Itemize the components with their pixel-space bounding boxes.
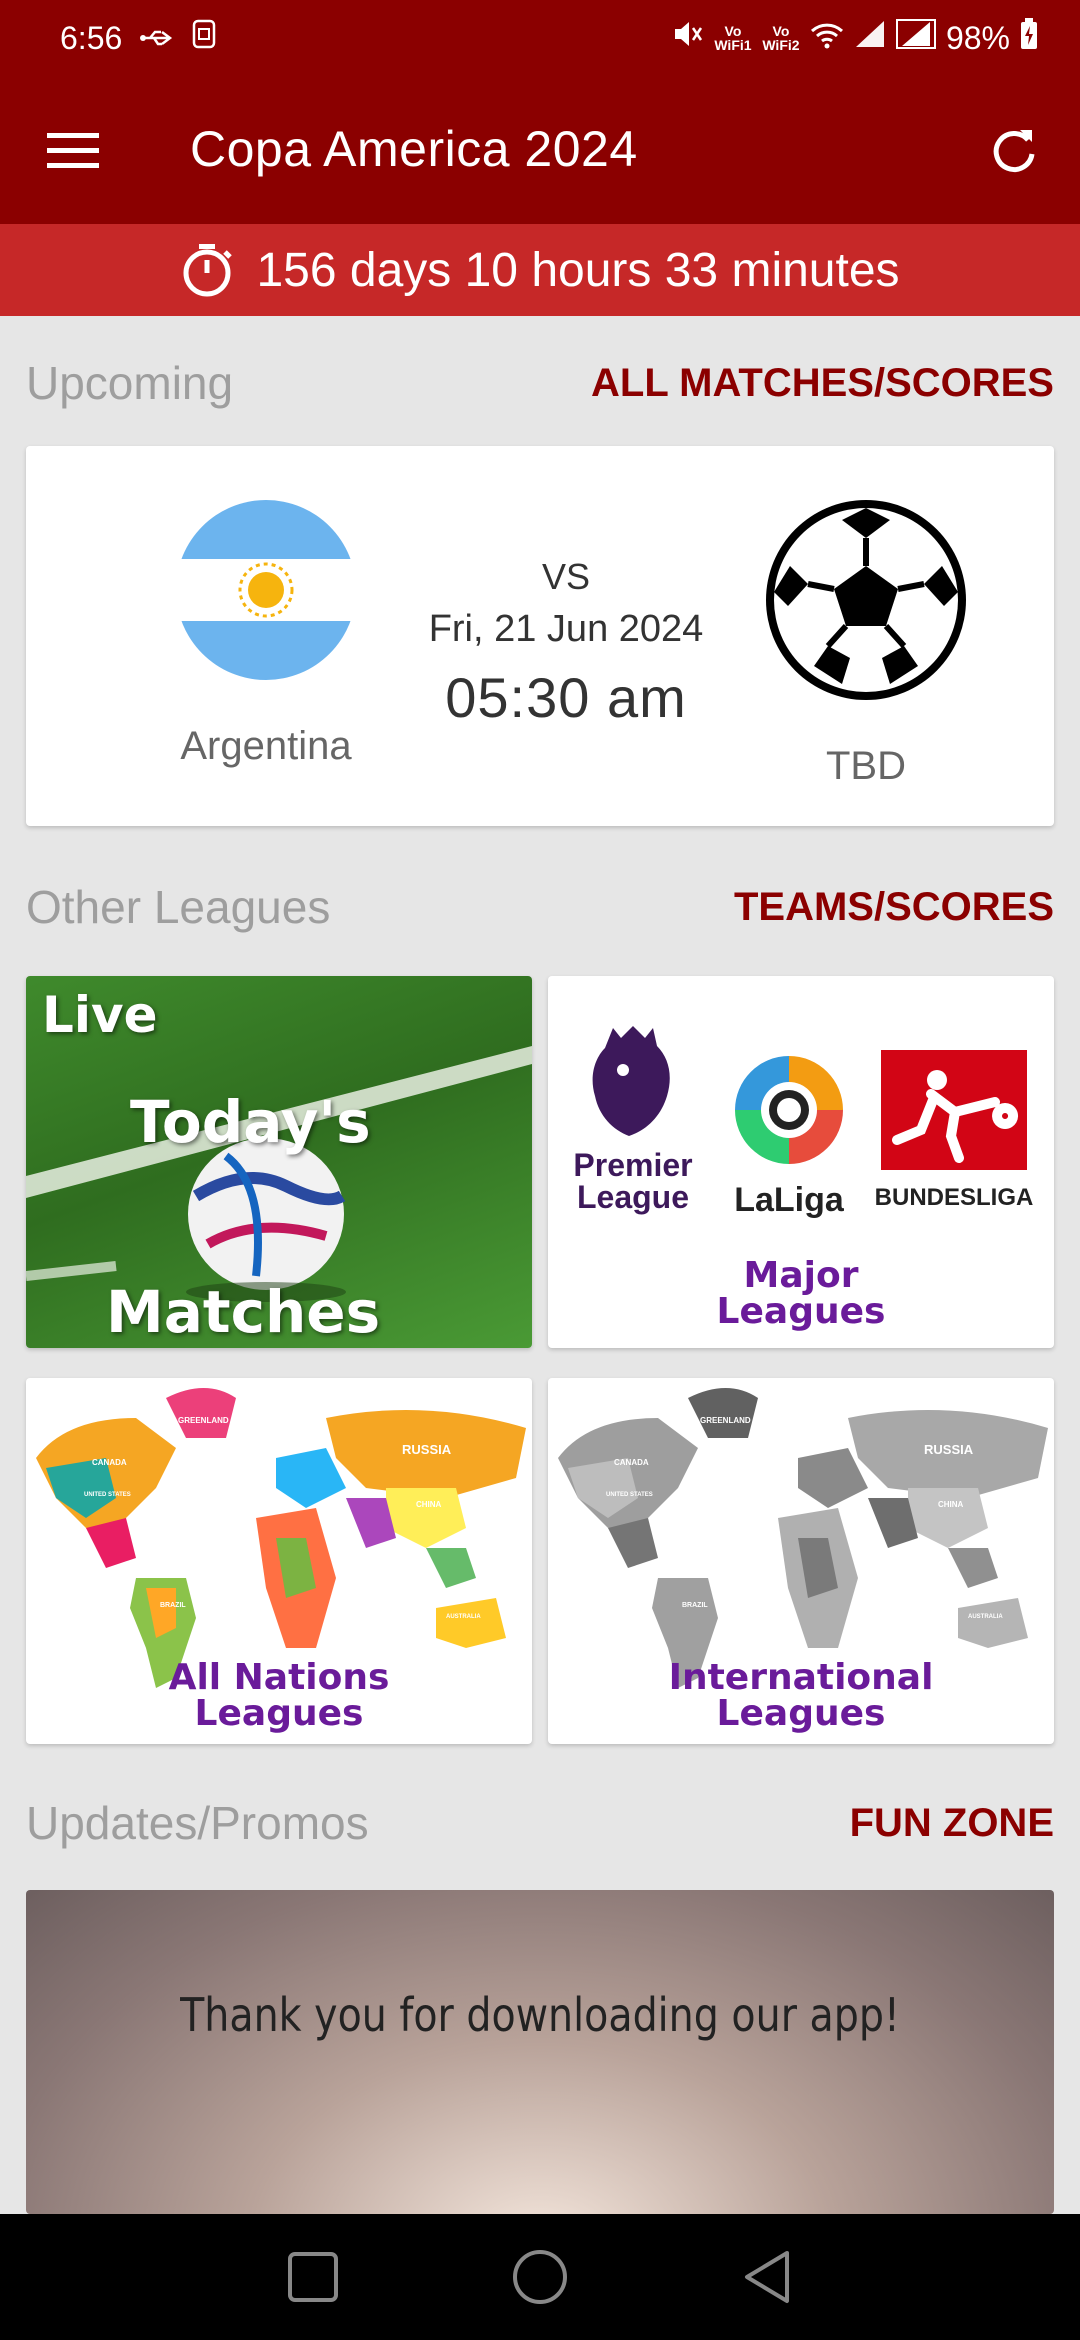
map-label-brazil: BRAZIL [160, 1602, 186, 1609]
square-recents-icon [288, 2252, 339, 2302]
teams-scores-link[interactable]: TEAMS/SCORES [734, 885, 1054, 930]
live-matches-tile[interactable]: Live Today's Matches [26, 976, 532, 1348]
lion-crest-icon [592, 1026, 670, 1136]
countdown-text: 156 days 10 hours 33 minutes [256, 243, 900, 297]
all-nations-caption-1: All Nations [168, 1657, 390, 1698]
map-label-usa: UNITED STATES [84, 1492, 131, 1498]
map-label-china: CHINA [938, 1500, 964, 1509]
laliga-logo: LaLiga [724, 1050, 854, 1220]
todays-label: Today's [130, 1088, 371, 1156]
stopwatch-icon [183, 244, 233, 297]
map-label-brazil: BRAZIL [682, 1602, 708, 1609]
major-leagues-caption-2: Leagues [716, 1291, 886, 1332]
countdown-banner: 156 days 10 hours 33 minutes [0, 224, 1080, 316]
map-label-russia: RUSSIA [402, 1442, 452, 1457]
international-leagues-tile[interactable]: GREENLAND RUSSIA CANADA UNITED STATES CH… [548, 1378, 1054, 1744]
updates-header: Updates/Promos FUN ZONE [26, 1796, 1054, 1850]
map-label-canada: CANADA [614, 1458, 649, 1467]
fun-zone-link[interactable]: FUN ZONE [850, 1801, 1054, 1846]
bundesliga-logo: BUNDESLIGA [864, 1050, 1044, 1212]
upcoming-header: Upcoming ALL MATCHES/SCORES [26, 356, 1054, 410]
app-title: Copa America 2024 [190, 121, 638, 177]
match-date: Fri, 21 Jun 2024 [428, 608, 704, 650]
map-label-russia: RUSSIA [924, 1442, 974, 1457]
menu-button[interactable] [44, 122, 102, 180]
map-label-greenland: GREENLAND [178, 1416, 229, 1425]
sim-icon [192, 19, 216, 57]
vowifi1-label: Vo WiFi1 [714, 23, 752, 53]
hamburger-menu-icon [47, 133, 99, 168]
soccer-ball-icon [766, 500, 966, 700]
back-button[interactable] [727, 2237, 807, 2317]
other-leagues-title: Other Leagues [26, 881, 331, 933]
premier-league-logo: Premier League [568, 1020, 698, 1213]
international-caption-1: International [668, 1657, 934, 1698]
matches-label: Matches [106, 1278, 381, 1346]
map-label-china: CHINA [416, 1500, 442, 1509]
status-time: 6:56 [60, 19, 123, 56]
all-nations-leagues-tile[interactable]: GREENLAND RUSSIA CANADA UNITED STATES CH… [26, 1378, 532, 1744]
bundesliga-label: BUNDESLIGA [874, 1184, 1034, 1211]
live-label: Live [42, 986, 158, 1044]
match-info: VS Fri, 21 Jun 2024 05:30 am [366, 556, 766, 730]
system-nav-bar [0, 2214, 1080, 2340]
match-time: 05:30 am [445, 666, 687, 729]
map-label-australia: AUSTRALIA [968, 1614, 1003, 1620]
map-label-canada: CANADA [92, 1458, 127, 1467]
updates-title: Updates/Promos [26, 1797, 369, 1849]
wifi-icon [810, 20, 844, 57]
home-button[interactable] [500, 2237, 580, 2317]
battery-icon [1020, 18, 1038, 58]
away-team: TBD [736, 496, 996, 789]
status-bar: 6:56 Vo WiFi1 Vo WiFi2 98% [0, 0, 1080, 76]
circle-home-icon [512, 2250, 567, 2304]
laliga-label: LaLiga [734, 1181, 844, 1219]
triangle-back-icon [744, 2251, 789, 2303]
argentina-flag-icon [176, 500, 356, 680]
premier-line1: Premier [573, 1147, 693, 1183]
recents-button[interactable] [273, 2237, 353, 2317]
major-leagues-caption-1: Major [743, 1255, 859, 1296]
vowifi2-label: Vo WiFi2 [762, 23, 800, 53]
app-bar: Copa America 2024 [0, 76, 1080, 224]
all-matches-link[interactable]: ALL MATCHES/SCORES [591, 361, 1054, 406]
home-team-name: Argentina [180, 724, 352, 768]
upcoming-title: Upcoming [26, 357, 234, 409]
premier-line2: League [576, 1179, 690, 1215]
map-label-greenland: GREENLAND [700, 1416, 751, 1425]
mute-icon [672, 19, 704, 57]
refresh-button[interactable] [984, 120, 1044, 180]
battery-percent: 98% [945, 19, 1010, 56]
refresh-icon [993, 130, 1035, 172]
all-nations-caption-2: Leagues [194, 1693, 364, 1734]
vs-label: VS [541, 556, 591, 597]
upcoming-match-card[interactable]: Argentina VS Fri, 21 Jun 2024 05:30 am T… [26, 446, 1054, 826]
promo-card[interactable]: Thank you for downloading our app! [26, 1890, 1054, 2214]
bundesliga-badge-icon [881, 1050, 1027, 1170]
map-label-usa: UNITED STATES [606, 1492, 653, 1498]
map-label-australia: AUSTRALIA [446, 1614, 481, 1620]
major-leagues-tile[interactable]: Premier League LaLiga BUNDESLIGA Major L… [548, 976, 1054, 1348]
promo-text: Thank you for downloading our app! [180, 1988, 900, 2042]
away-team-name: TBD [826, 744, 906, 788]
other-leagues-header: Other Leagues TEAMS/SCORES [26, 880, 1054, 934]
home-team: Argentina [136, 498, 396, 769]
laliga-badge-icon [735, 1056, 843, 1164]
signal-2-icon [895, 18, 936, 58]
usb-icon [140, 20, 174, 57]
signal-1-icon [854, 19, 886, 57]
international-caption-2: Leagues [716, 1693, 886, 1734]
